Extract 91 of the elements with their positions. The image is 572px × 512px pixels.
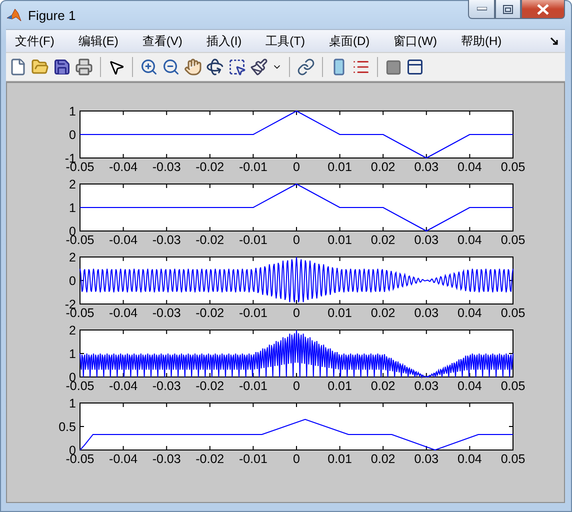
x-tick-label: -0.02 [196,452,224,466]
y-tick-label: 1 [69,105,76,118]
zoom-out-icon[interactable] [162,58,180,76]
menu-item[interactable]: 帮助(H) [458,32,511,50]
x-tick-label: 0.02 [370,379,396,393]
app-logo-icon [6,7,22,23]
x-tick-label: -0.04 [109,160,138,174]
x-tick-label: 0.02 [370,233,396,247]
link-icon[interactable] [297,58,315,76]
x-tick-label: -0.03 [152,160,181,174]
menu-item[interactable]: 查看(V) [139,32,192,50]
x-tick-label: 0.04 [458,160,482,174]
x-tick-label: -0.01 [238,233,268,247]
menu-item[interactable]: 桌面(D) [326,32,379,50]
x-tick-label: -0.04 [109,452,138,466]
x-tick-label: -0.03 [152,379,181,393]
dock-icon[interactable] [550,36,559,46]
y-tick-label: 2 [69,178,76,192]
save-icon[interactable] [53,58,71,76]
x-tick-label: 0.03 [414,160,439,174]
x-tick-label: 0.01 [328,233,352,247]
x-tick-label: 0.05 [500,233,526,247]
close-button[interactable] [521,0,565,19]
square-icon[interactable] [385,58,402,76]
x-tick-label: 0.05 [500,306,526,320]
x-tick-label: 0 [293,306,300,320]
x-tick-label: -0.02 [196,233,224,247]
x-tick-label: 0.02 [370,452,396,466]
x-tick-label: 0 [293,452,300,466]
data-cursor-icon[interactable] [228,58,246,76]
new-file-icon[interactable] [9,58,27,76]
x-tick-label: -0.02 [196,379,224,393]
x-tick-label: -0.01 [238,452,268,466]
x-tick-label: 0.05 [500,379,526,393]
x-tick-label: 0.04 [458,233,482,247]
x-tick-label: 0.03 [414,452,439,466]
x-tick-label: -0.01 [238,379,268,393]
zoom-in-icon[interactable] [140,58,158,76]
x-tick-label: -0.03 [152,233,181,247]
legend-icon[interactable] [352,58,370,76]
y-tick-label: 0 [69,274,76,288]
y-tick-label: 0.5 [58,420,76,434]
x-tick-label: -0.02 [196,160,224,174]
x-tick-label: 0.04 [458,306,482,320]
y-tick-label: 1 [69,347,76,361]
x-tick-label: -0.04 [109,379,138,393]
pointer-icon[interactable] [108,58,125,76]
y-tick-label: 1 [69,201,76,215]
x-tick-label: -0.01 [238,160,268,174]
x-tick-label: -0.04 [109,233,138,247]
minimize-icon [476,7,486,11]
x-tick-label: 0.05 [500,160,526,174]
x-tick-label: 0.01 [328,452,352,466]
x-tick-label: 0.03 [414,233,439,247]
x-tick-label: 0.01 [328,160,352,174]
window-title: Figure 1 [28,8,77,22]
menu-item[interactable]: 窗口(W) [390,32,446,50]
hand-icon[interactable] [184,58,202,76]
y-tick-label: 0 [69,128,76,142]
brush-icon[interactable] [250,58,268,76]
x-tick-label: 0 [293,160,300,174]
frame-icon[interactable] [406,58,424,76]
x-tick-label: -0.04 [109,306,138,320]
menu-item[interactable]: 文件(F) [12,32,64,50]
x-tick-label: 0.03 [414,379,439,393]
x-tick-label: -0.03 [152,306,181,320]
x-tick-label: 0.02 [370,306,396,320]
x-tick-label: 0.04 [458,379,482,393]
x-tick-label: -0.03 [152,452,181,466]
restore-icon [503,4,513,14]
x-tick-label: 0.02 [370,160,396,174]
x-tick-label: -0.02 [196,306,224,320]
print-icon[interactable] [75,58,93,76]
rotate-icon[interactable] [206,58,224,76]
y-tick-label: 2 [69,324,76,338]
x-tick-label: 0.05 [500,452,526,466]
close-icon [537,4,549,14]
minimize-button[interactable] [468,0,495,19]
x-tick-label: 0 [293,379,300,393]
y-tick-label: 2 [69,251,76,264]
x-tick-label: 0.04 [458,452,482,466]
x-tick-label: 0.01 [328,379,352,393]
y-tick-label: 1 [69,397,76,410]
x-tick-label: 0.01 [328,306,352,320]
restore-button[interactable] [495,0,521,19]
menu-item[interactable]: 工具(T) [262,32,314,50]
x-tick-label: 0.03 [414,306,439,320]
x-tick-label: 0 [293,233,300,247]
menu-item[interactable]: 插入(I) [203,32,251,50]
menu-item[interactable]: 编辑(E) [75,32,128,50]
x-tick-label: -0.01 [238,306,268,320]
